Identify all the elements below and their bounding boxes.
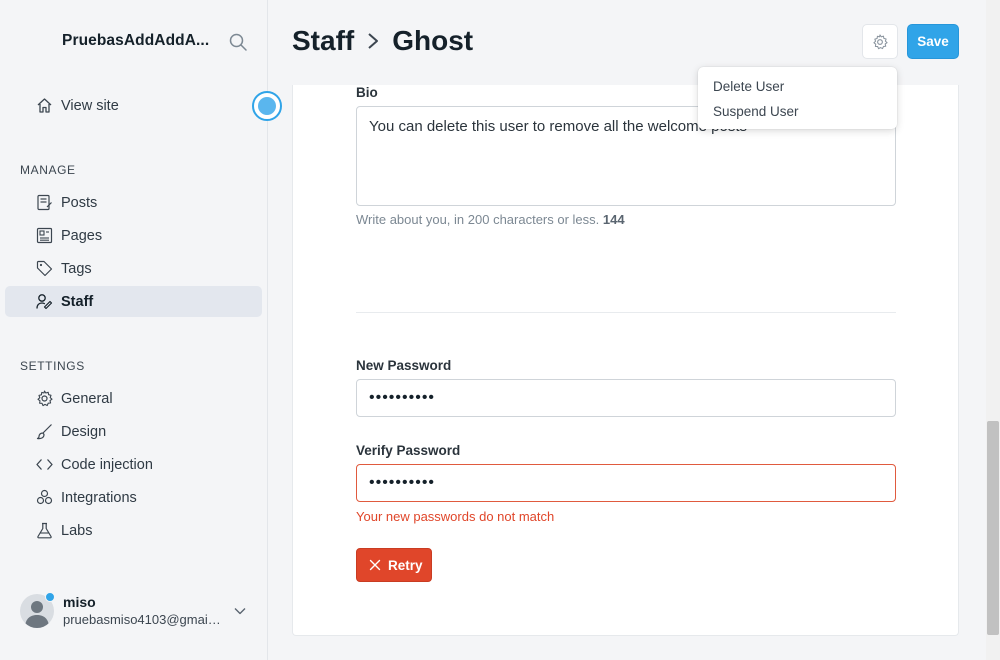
password-error-message: Your new passwords do not match xyxy=(356,509,555,524)
sidebar-item-label: View site xyxy=(61,97,119,114)
retry-button[interactable]: Retry xyxy=(356,548,432,582)
sidebar-item-label: Labs xyxy=(61,522,93,539)
user-actions-button[interactable] xyxy=(862,24,898,59)
sidebar: PruebasAddAddA... View site MANAGE Posts… xyxy=(0,0,282,660)
sidebar-item-staff[interactable]: Staff xyxy=(5,286,262,317)
sidebar-item-label: Code injection xyxy=(61,456,153,473)
sidebar-item-label: Design xyxy=(61,423,107,440)
sidebar-item-general[interactable]: General xyxy=(5,383,262,414)
scrollbar-thumb[interactable] xyxy=(987,421,999,635)
sidebar-item-label: Integrations xyxy=(61,489,137,506)
sidebar-item-label: General xyxy=(61,390,113,407)
sidebar-item-label: Staff xyxy=(61,293,94,310)
tag-icon xyxy=(36,260,53,277)
delete-user-menu-item[interactable]: Delete User xyxy=(698,74,897,99)
sidebar-item-pages[interactable]: Pages xyxy=(5,220,262,251)
verify-password-label: Verify Password xyxy=(356,443,461,458)
gear-icon xyxy=(873,33,888,49)
brush-icon xyxy=(36,424,52,440)
search-icon[interactable] xyxy=(228,32,248,52)
code-icon xyxy=(36,459,53,470)
manage-section-label: MANAGE xyxy=(20,163,76,177)
gear-icon xyxy=(37,390,53,407)
site-title[interactable]: PruebasAddAddA... xyxy=(62,32,209,50)
breadcrumb-current: Ghost xyxy=(392,25,474,56)
main-content: Staff Ghost Save Bio You can delete this… xyxy=(268,0,986,660)
pages-icon xyxy=(36,227,53,244)
user-settings-card: Bio You can delete this user to remove a… xyxy=(292,85,959,636)
bio-char-count: 144 xyxy=(602,212,625,227)
user-name: miso xyxy=(63,594,96,610)
sidebar-item-label: Tags xyxy=(61,260,92,277)
settings-section-label: SETTINGS xyxy=(20,359,85,373)
status-dot xyxy=(45,592,55,602)
user-email: pruebasmiso4103@gmail.... xyxy=(63,612,223,627)
new-password-field[interactable]: •••••••••• xyxy=(356,379,896,417)
verify-password-field[interactable]: •••••••••• xyxy=(356,464,896,502)
save-button[interactable]: Save xyxy=(907,24,959,59)
posts-icon xyxy=(37,194,52,211)
sidebar-item-label: Posts xyxy=(61,194,98,211)
sidebar-item-label: Pages xyxy=(61,227,103,244)
new-password-label: New Password xyxy=(356,358,452,373)
integrations-icon xyxy=(36,489,53,505)
sidebar-item-code-injection[interactable]: Code injection xyxy=(5,449,262,480)
chevron-down-icon xyxy=(234,608,246,615)
breadcrumb-parent[interactable]: Staff xyxy=(292,25,354,57)
suspend-user-menu-item[interactable]: Suspend User xyxy=(698,99,897,124)
bio-label: Bio xyxy=(356,85,378,100)
chevron-right-icon xyxy=(368,33,379,49)
sidebar-item-tags[interactable]: Tags xyxy=(5,253,262,284)
bio-hint-text: Write about you, in 200 characters or le… xyxy=(356,212,600,227)
breadcrumb: Staff Ghost xyxy=(292,25,473,57)
close-icon xyxy=(369,559,381,571)
flask-icon xyxy=(37,522,52,539)
sidebar-item-posts[interactable]: Posts xyxy=(5,187,262,218)
sidebar-item-integrations[interactable]: Integrations xyxy=(5,482,262,513)
retry-label: Retry xyxy=(388,557,423,573)
user-actions-dropdown: Delete User Suspend User xyxy=(698,67,897,129)
sidebar-item-design[interactable]: Design xyxy=(5,416,262,447)
user-menu[interactable]: miso pruebasmiso4103@gmail.... xyxy=(20,592,260,632)
sidebar-item-labs[interactable]: Labs xyxy=(5,515,262,546)
home-icon xyxy=(37,98,52,113)
divider xyxy=(356,312,896,313)
sidebar-item-view-site[interactable]: View site xyxy=(5,90,262,121)
staff-icon xyxy=(36,294,53,310)
bio-hint: Write about you, in 200 characters or le… xyxy=(356,212,625,227)
